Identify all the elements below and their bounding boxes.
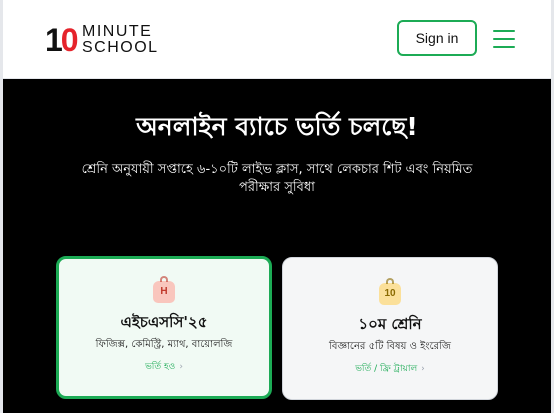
card-title: ১০ম শ্রেনি <box>358 315 422 333</box>
chevron-right-icon: › <box>421 364 425 374</box>
class-ten-bag-icon: 10 <box>379 278 401 305</box>
logo-word-bottom: SCHOOL <box>82 39 159 56</box>
enroll-label: ভর্তি হও <box>145 362 176 372</box>
card-subjects: বিজ্ঞানের ৫টি বিষয় ও ইংরেজি <box>329 341 451 352</box>
hamburger-icon[interactable] <box>493 30 515 48</box>
hero-section: অনলাইন ব্যাচে ভর্তি চলছে! শ্রেনি অনুযায়… <box>3 79 551 413</box>
hero-title: অনলাইন ব্যাচে ভর্তি চলছে! <box>136 112 418 141</box>
enroll-link[interactable]: ভর্তি হও › <box>59 360 269 374</box>
card-subjects: ফিজিক্স, কেমিস্ট্রি, ম্যাথ, বায়োলজি <box>95 339 233 350</box>
site-header: 10 MINUTE SCHOOL Sign in <box>3 0 551 79</box>
logo-mark: 10 <box>45 22 79 58</box>
hsc-bag-icon: H <box>153 276 175 303</box>
card-title: এইচএসসি'২৫ <box>120 313 208 331</box>
enroll-trial-link[interactable]: ভর্তি / ফ্রি ট্রায়াল › <box>283 362 497 376</box>
hero-subtitle: শ্রেনি অনুযায়ী সপ্তাহে ৬-১০টি লাইভ ক্লা… <box>81 162 473 195</box>
hsc-course-card[interactable]: H এইচএসসি'২৫ ফিজিক্স, কেমিস্ট্রি, ম্যাথ,… <box>56 256 272 399</box>
enroll-trial-label: ভর্তি / ফ্রি ট্রায়াল <box>355 364 418 374</box>
sign-in-button[interactable]: Sign in <box>397 20 477 56</box>
chevron-right-icon: › <box>179 362 183 372</box>
logo-word-top: MINUTE <box>82 23 153 40</box>
class-ten-course-card[interactable]: 10 ১০ম শ্রেনি বিজ্ঞানের ৫টি বিষয় ও ইংরে… <box>282 257 498 400</box>
